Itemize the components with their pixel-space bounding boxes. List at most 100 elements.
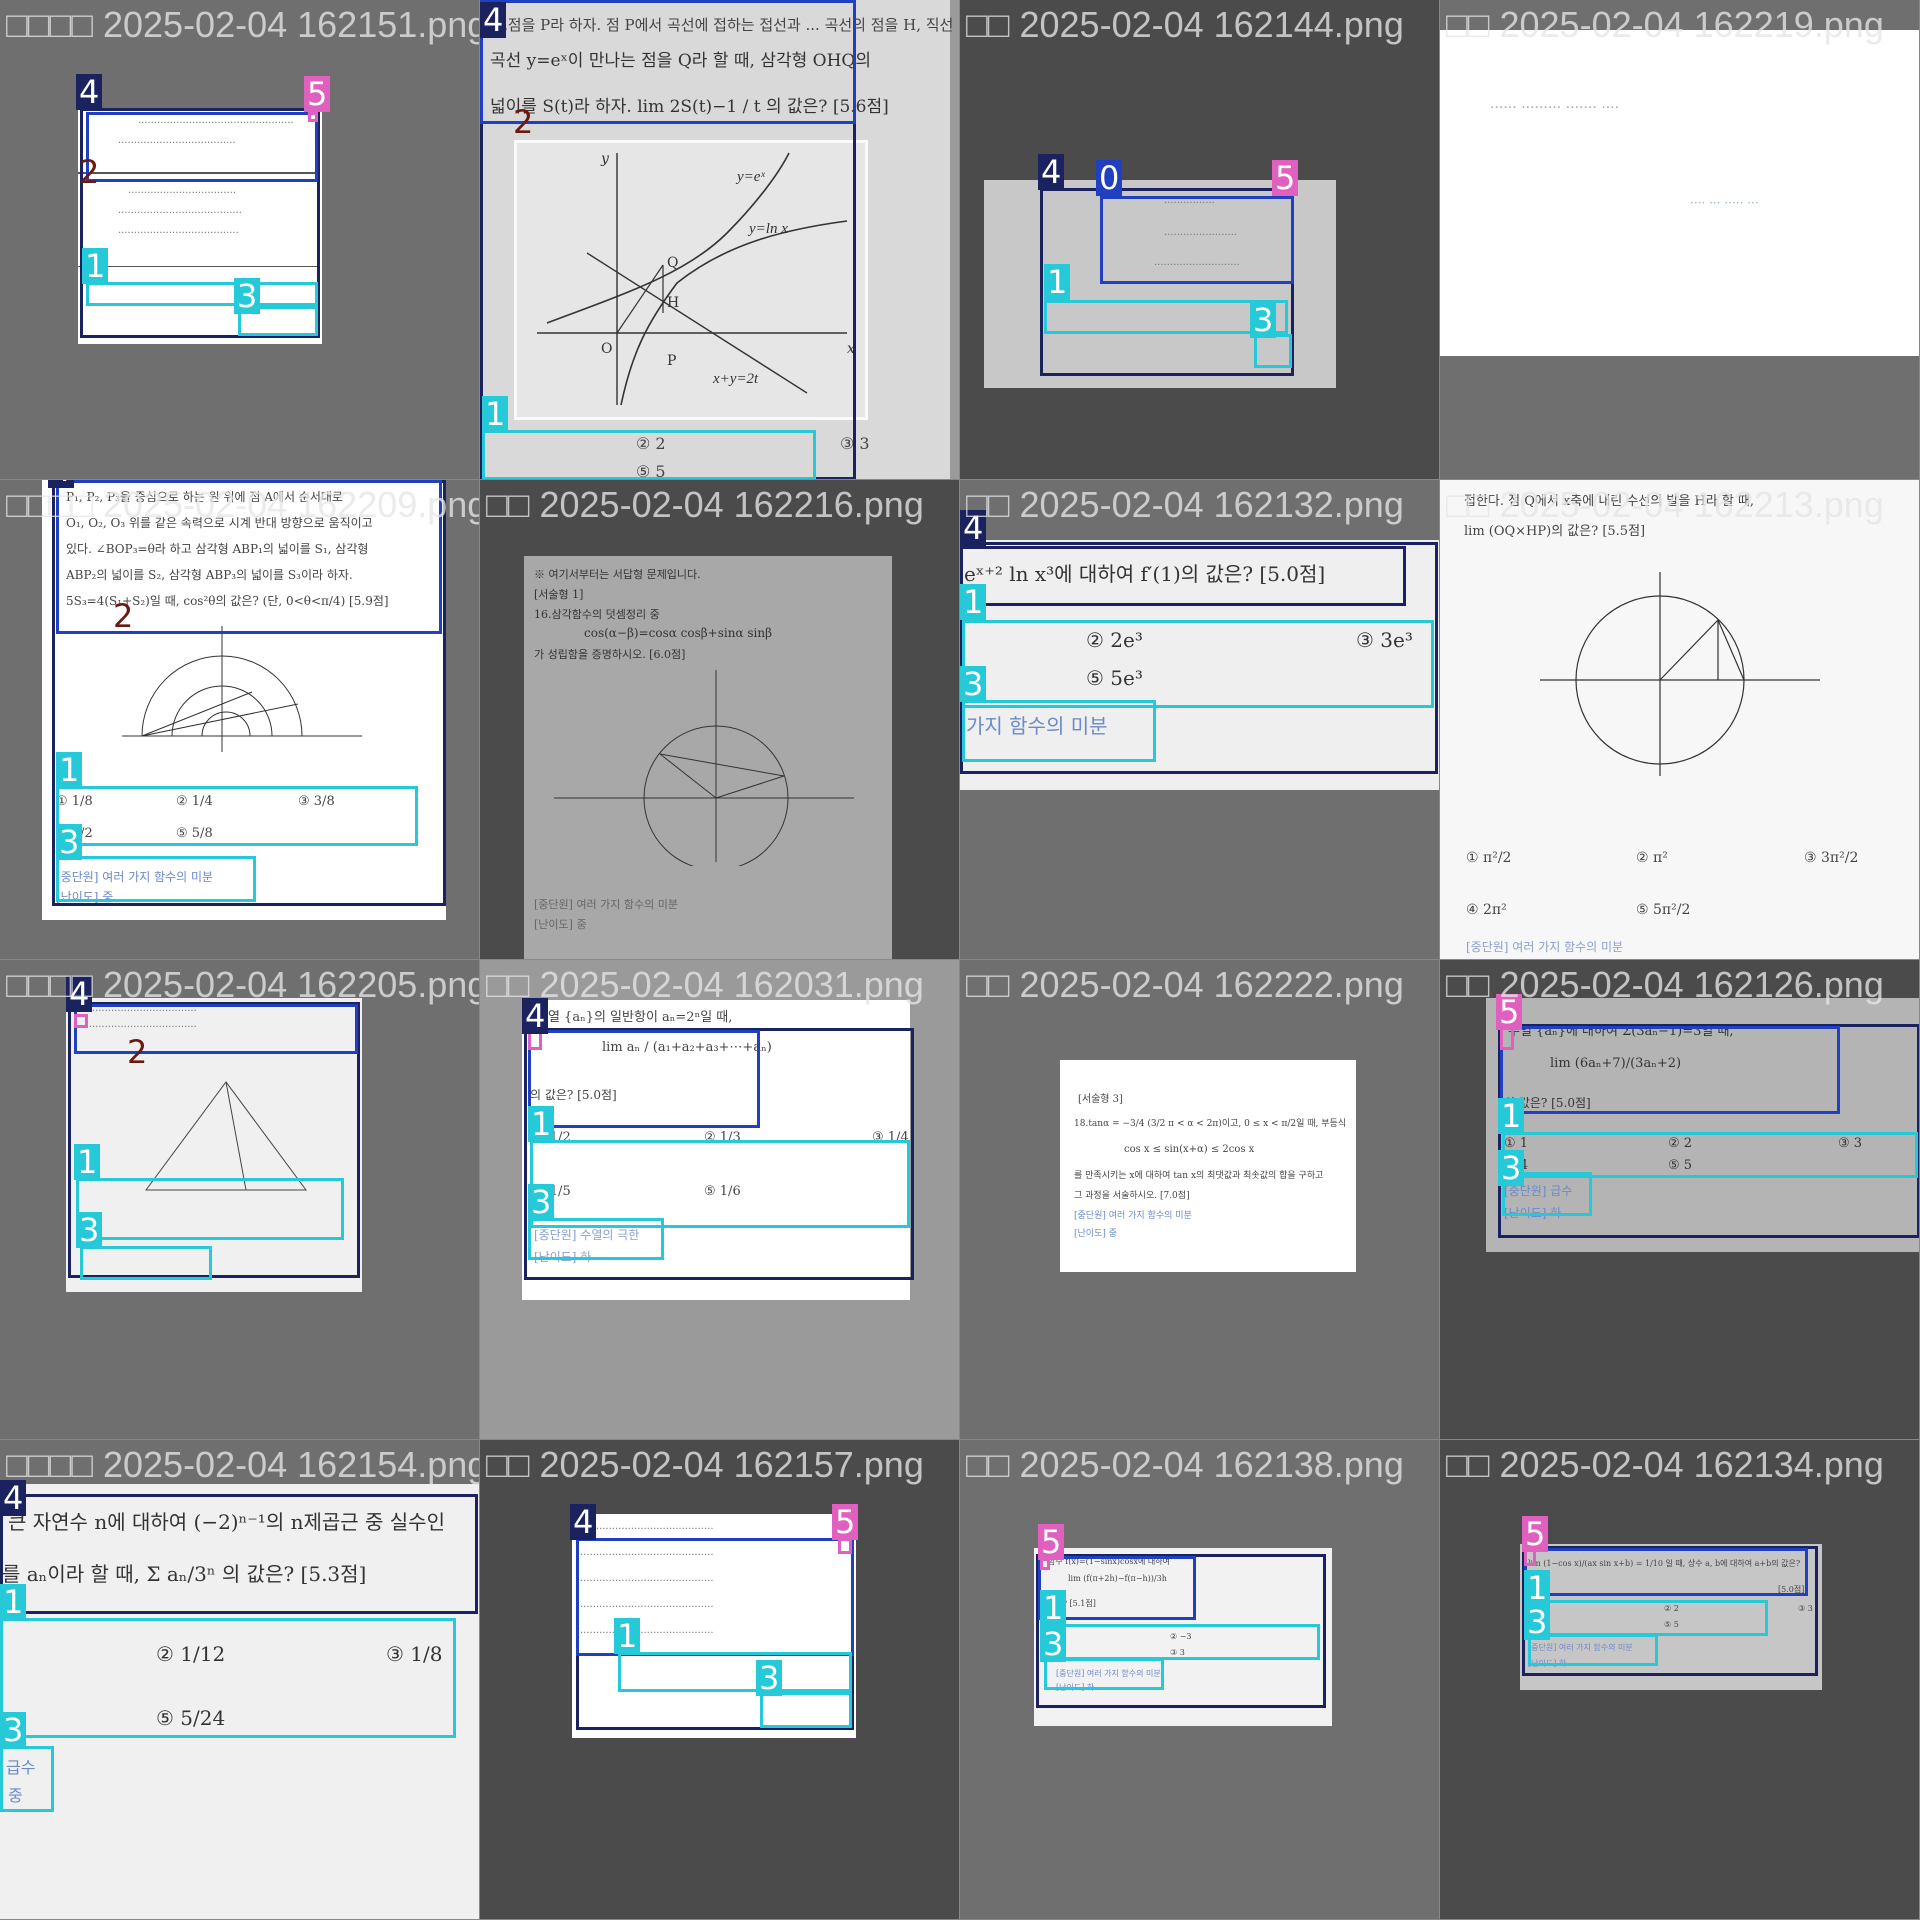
meta-level: [난이도] 중 <box>534 918 587 931</box>
tag-number: 5 <box>1272 160 1299 196</box>
choice: ⑤ 5π²/2 <box>1636 902 1691 918</box>
choices-box <box>1528 1600 1768 1636</box>
stem-line: [서술형 1] <box>534 588 584 601</box>
tag-question: 4 <box>76 74 103 110</box>
meta-box <box>760 1692 852 1728</box>
tag-stem: 2 <box>127 1033 148 1071</box>
cell-12[interactable]: 큰 자연수 n에 대하여 (−2)ⁿ⁻¹의 n제곱근 중 실수인 를 aₙ이라 … <box>0 1440 480 1920</box>
choices-box <box>56 786 418 846</box>
cell-title: □□□□ 2025-02-04 162154.png <box>6 1444 480 1485</box>
tag-choices: 1 <box>74 1144 101 1180</box>
tag-choices: 1 <box>1040 1590 1067 1626</box>
cell-4[interactable]: P₁, P₂, P₃을 중심으로 하는 원 위에 점 A에서 순서대로 O₁, … <box>0 480 480 960</box>
choices-box <box>530 1140 910 1228</box>
cell-2[interactable]: □□ 2025-02-04 162144.png ···············… <box>960 0 1440 480</box>
stem-line: 를 만족시키는 x에 대하여 tan x의 최댓값과 최솟값의 합을 구하고 <box>1074 1171 1324 1181</box>
choice: ④ 2π² <box>1466 902 1507 918</box>
stem-line: [서술형 3] <box>1078 1094 1123 1105</box>
stem-line: 16.삼각함수의 덧셈정리 중 <box>534 608 660 621</box>
choices-box <box>962 620 1434 708</box>
tag-meta: 3 <box>76 1212 103 1248</box>
cell-title: □□ 2025-02-04 162132.png <box>966 484 1404 525</box>
stem-box <box>480 0 856 124</box>
stem-line: ※ 여기서부터는 서답형 문제입니다. <box>534 568 701 581</box>
tag-choices: 1 <box>56 752 83 788</box>
meta-unit: [중단원] 여러 가지 함수의 미분 <box>1074 1211 1192 1221</box>
tag-choices: 1 <box>1044 264 1071 300</box>
tag-meta: 3 <box>1524 1604 1551 1640</box>
cell-title: □□ 2025-02-04 162031.png <box>486 964 924 1005</box>
tag-stem: 2 <box>113 597 134 635</box>
tag-number: 5 <box>832 1504 859 1540</box>
cell-title: □□ 2025-02-04 162157.png <box>486 1444 924 1485</box>
tag-number: 5 <box>1038 1524 1065 1560</box>
cell-0[interactable]: □□□□ 2025-02-04 162151.png ·············… <box>0 0 480 480</box>
tag-question: 4 <box>480 2 507 38</box>
cell-title: □□ 2025-02-04 162216.png <box>486 484 924 525</box>
tag-question: 4 <box>570 1504 597 1540</box>
stem-box <box>528 1030 760 1128</box>
meta-level: [난이도] 중 <box>1074 1229 1118 1239</box>
stem-box <box>1500 1026 1840 1114</box>
stem-line: 그 과정을 서술하시오. [7.0점] <box>1074 1191 1190 1201</box>
number-box <box>308 112 318 122</box>
circle-figure <box>1540 572 1820 776</box>
choices-box <box>482 430 816 479</box>
meta-box <box>1254 334 1292 368</box>
choice: ① π²/2 <box>1466 850 1512 866</box>
cell-9[interactable]: 수열 {aₙ}의 일반항이 aₙ=2ⁿ일 때, lim aₙ / (a₁+a₂+… <box>480 960 960 1440</box>
tag-choices: 1 <box>960 584 987 620</box>
choices-box <box>1042 1624 1320 1660</box>
stem-line: 가 성립함을 증명하시오. [6.0점] <box>534 648 686 661</box>
tag-choices: 1 <box>1498 1098 1525 1134</box>
cell-title: □□ 2025-02-04 162222.png <box>966 964 1404 1005</box>
cell-1[interactable]: 교점을 P라 하자. 점 P에서 곡선에 접하는 접선과 ... 곡선의 점을 … <box>480 0 960 480</box>
tag-choices: 1 <box>82 248 109 284</box>
stem-line: 수열 {aₙ}의 일반항이 aₙ=2ⁿ일 때, <box>536 1010 733 1025</box>
stem-line: cos(α−β)=cosα cosβ+sinα sinβ <box>584 626 773 640</box>
choice: ② π² <box>1636 850 1668 866</box>
cell-title: □□□□ 2025-02-04 162209.png <box>6 484 480 525</box>
tag-choices: 1 <box>1524 1570 1551 1606</box>
tag-choices: 1 <box>482 396 509 432</box>
screenshot-grid: □□□□ 2025-02-04 162151.png ·············… <box>0 0 1920 1920</box>
cell-7[interactable]: 접한다. 점 Q에서 x축에 내린 수선의 발을 H라 할 때, lim (OQ… <box>1440 480 1920 960</box>
stem-line: 18.tanα = −3/4 (3/2 π < α < 2π)이고, 0 ≤ x… <box>1074 1119 1347 1129</box>
meta-box <box>528 1218 664 1260</box>
tag-choices: 1 <box>0 1584 27 1620</box>
tag-meta: 3 <box>756 1660 783 1696</box>
doc-page: [서술형 3] 18.tanα = −3/4 (3/2 π < α < 2π)이… <box>1060 1060 1356 1272</box>
tag-meta: 3 <box>56 824 83 860</box>
tag-choices: 1 <box>528 1106 555 1142</box>
cell-14[interactable]: □□ 2025-02-04 162138.png 함수 f(x)=(1−sinx… <box>960 1440 1440 1920</box>
tag-meta: 3 <box>234 278 261 314</box>
cell-10[interactable]: □□ 2025-02-04 162222.png [서술형 3] 18.tanα… <box>960 960 1440 1440</box>
cell-6[interactable]: eˣ⁺² ln x³에 대하여 f′(1)의 값은? [5.0점] ② 2e³ … <box>960 480 1440 960</box>
choices-box <box>76 1178 344 1240</box>
stem-box <box>1524 1548 1808 1596</box>
tag-meta: 3 <box>1040 1626 1067 1662</box>
meta-box <box>0 1746 54 1812</box>
cell-15[interactable]: □□ 2025-02-04 162134.png lim (1−cos x)/(… <box>1440 1440 1920 1920</box>
cell-title: □□□□ 2025-02-04 162205.png <box>6 964 480 1005</box>
meta-box <box>962 700 1156 762</box>
tag-meta: 3 <box>960 666 987 702</box>
tag-stem: 2 <box>79 153 100 191</box>
cell-title: □□ 2025-02-04 162134.png <box>1446 1444 1884 1485</box>
cell-5[interactable]: ※ 여기서부터는 서답형 문제입니다. [서술형 1] 16.삼각함수의 덧셈정… <box>480 480 960 960</box>
tag-zero: 0 <box>1096 160 1123 196</box>
tag-choices: 1 <box>614 1618 641 1654</box>
cell-3[interactable]: ······ ········· ······· ···· ···· ··· ·… <box>1440 0 1920 480</box>
cell-title: □□ 2025-02-04 162219.png <box>1446 4 1884 45</box>
stem-box <box>86 112 318 182</box>
cell-13[interactable]: □□ 2025-02-04 162157.png ···············… <box>480 1440 960 1920</box>
tag-question: 4 <box>1038 154 1065 190</box>
stem-box <box>960 546 1406 606</box>
tag-stem: 2 <box>513 103 534 141</box>
cell-11[interactable]: 수열 {aₙ}에 대하여 Σ(3aₙ−1)=3일 때, lim (6aₙ+7)/… <box>1440 960 1920 1440</box>
doc-page: ※ 여기서부터는 서답형 문제입니다. [서술형 1] 16.삼각함수의 덧셈정… <box>524 556 892 959</box>
unit-circle-figure <box>554 670 854 866</box>
tag-meta: 3 <box>1250 302 1277 338</box>
cell-8[interactable]: □□□□ 2025-02-04 162205.png ·············… <box>0 960 480 1440</box>
tag-meta: 3 <box>528 1184 555 1220</box>
